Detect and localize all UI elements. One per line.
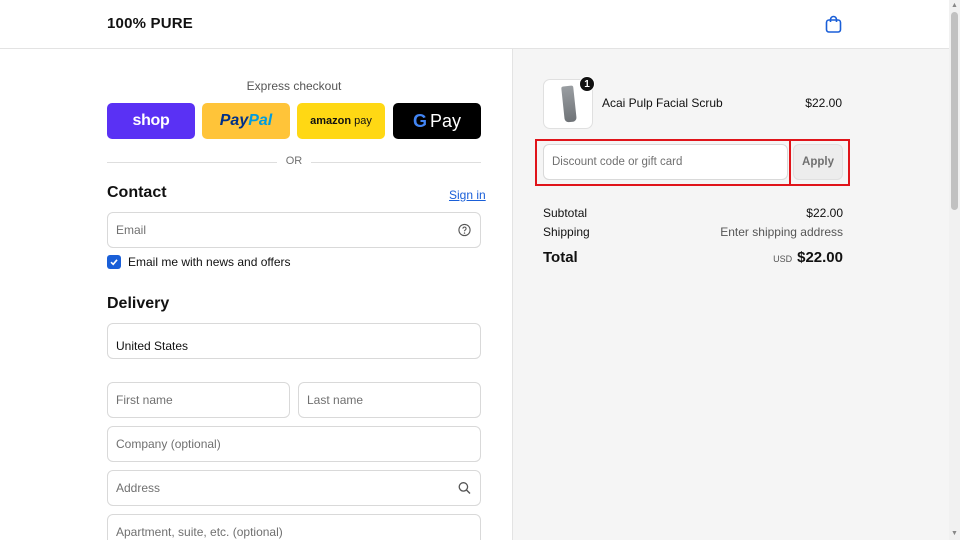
product-tube-image bbox=[561, 85, 577, 123]
or-divider: OR bbox=[107, 155, 481, 169]
shop-pay-button[interactable]: shop bbox=[107, 103, 195, 139]
shop-pay-label: shop bbox=[132, 112, 170, 129]
scroll-up-icon[interactable]: ▲ bbox=[951, 2, 958, 9]
amazon-pay-button[interactable]: amazon pay bbox=[297, 103, 385, 139]
subtotal-value: $22.00 bbox=[806, 206, 843, 220]
search-icon[interactable] bbox=[458, 482, 471, 495]
sign-in-link[interactable]: Sign in bbox=[449, 188, 486, 202]
express-checkout-label: Express checkout bbox=[246, 79, 342, 93]
product-price: $22.00 bbox=[805, 96, 842, 110]
header: 100% PURE bbox=[0, 0, 949, 49]
delivery-heading: Delivery bbox=[107, 295, 170, 312]
product-name: Acai Pulp Facial Scrub bbox=[602, 96, 723, 110]
last-name-field[interactable]: Last name bbox=[298, 382, 481, 418]
news-offers-option[interactable]: Email me with news and offers bbox=[107, 255, 291, 269]
email-placeholder: Email bbox=[116, 223, 147, 237]
scroll-down-icon[interactable]: ▼ bbox=[951, 530, 958, 537]
google-g-icon: G bbox=[412, 110, 427, 131]
or-text: OR bbox=[285, 155, 303, 167]
subtotal-label: Subtotal bbox=[543, 206, 588, 220]
first-name-field[interactable]: First name bbox=[107, 382, 290, 418]
divider-line bbox=[311, 162, 481, 163]
apartment-placeholder: Apartment, suite, etc. (optional) bbox=[116, 525, 283, 539]
company-field[interactable]: Company (optional) bbox=[107, 426, 481, 462]
checkout-form: Express checkout shop Pay Pal amazon pay … bbox=[0, 49, 512, 540]
country-select[interactable]: United States bbox=[107, 323, 481, 359]
address-placeholder: Address bbox=[116, 481, 161, 495]
store-logo[interactable]: 100% PURE bbox=[107, 15, 193, 32]
paypal-button[interactable]: Pay Pal bbox=[202, 103, 290, 139]
google-pay-label: Pay bbox=[429, 110, 462, 131]
total-label: Total bbox=[543, 249, 578, 266]
amazon-pay-label: pay bbox=[354, 115, 372, 127]
order-summary: 1 Acai Pulp Facial Scrub $22.00 Discount… bbox=[512, 49, 949, 540]
company-placeholder: Company (optional) bbox=[116, 437, 221, 451]
help-icon[interactable] bbox=[458, 223, 471, 237]
total-amount: $22.00 bbox=[797, 249, 843, 266]
highlight-divider bbox=[789, 139, 791, 186]
contact-heading: Contact bbox=[107, 184, 167, 201]
apply-button[interactable]: Apply bbox=[793, 144, 843, 180]
total-value: USD $22.00 bbox=[773, 249, 843, 266]
email-field[interactable]: Email bbox=[107, 212, 481, 248]
paypal-label-pal: Pal bbox=[248, 112, 273, 129]
total-row: Total USD $22.00 bbox=[543, 249, 843, 266]
country-value: United States bbox=[116, 339, 189, 353]
news-offers-label: Email me with news and offers bbox=[128, 255, 291, 269]
discount-placeholder: Discount code or gift card bbox=[552, 156, 683, 168]
amazon-label: amazon bbox=[310, 115, 352, 127]
apartment-field[interactable]: Apartment, suite, etc. (optional) bbox=[107, 514, 481, 540]
scrollbar-thumb[interactable] bbox=[951, 12, 958, 210]
last-name-placeholder: Last name bbox=[307, 393, 364, 407]
page-scrollbar[interactable]: ▲ ▼ bbox=[949, 0, 960, 540]
shopping-bag-icon[interactable] bbox=[825, 15, 842, 33]
checkmark-icon bbox=[110, 259, 118, 266]
address-field[interactable]: Address bbox=[107, 470, 481, 506]
first-name-placeholder: First name bbox=[116, 393, 173, 407]
paypal-label-pay: Pay bbox=[219, 112, 249, 129]
subtotal-row: Subtotal $22.00 bbox=[543, 206, 843, 220]
google-pay-button[interactable]: G Pay bbox=[393, 103, 481, 139]
shipping-label: Shipping bbox=[543, 225, 590, 239]
discount-code-input[interactable]: Discount code or gift card bbox=[543, 144, 788, 180]
news-offers-checkbox[interactable] bbox=[107, 255, 121, 269]
shipping-row: Shipping Enter shipping address bbox=[543, 225, 843, 239]
shipping-value: Enter shipping address bbox=[720, 225, 843, 239]
currency-code: USD bbox=[773, 254, 793, 264]
quantity-badge: 1 bbox=[579, 76, 595, 92]
